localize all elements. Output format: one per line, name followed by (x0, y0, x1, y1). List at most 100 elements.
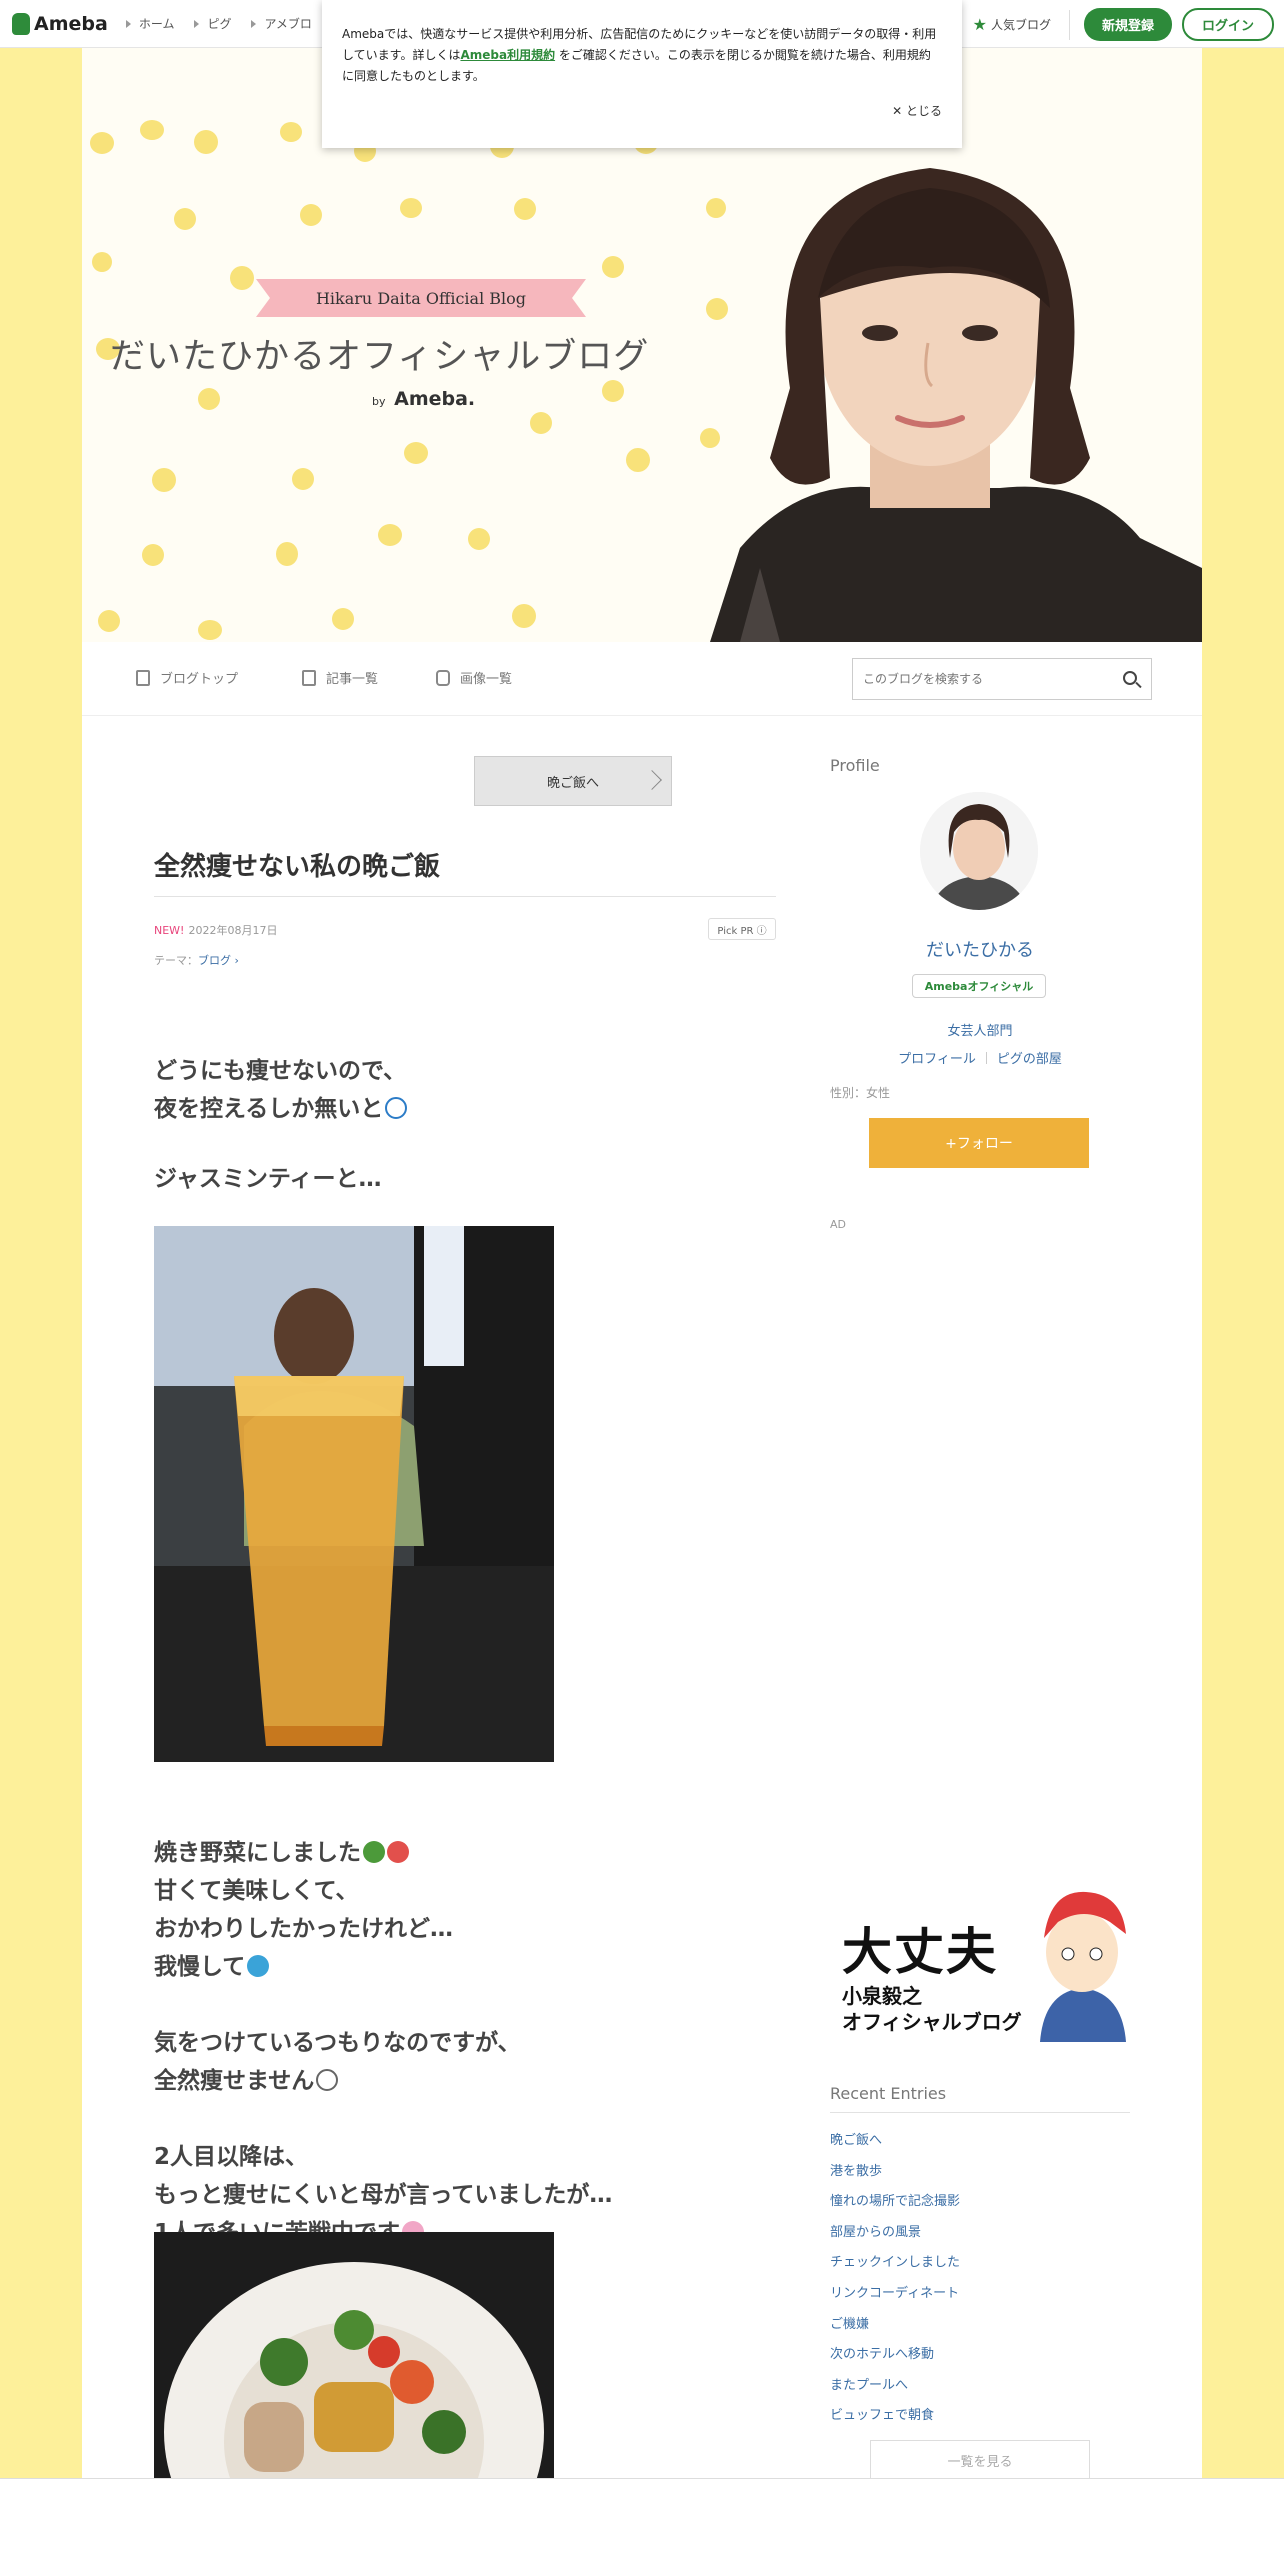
nav-entry-list[interactable]: 記事一覧 (302, 668, 378, 687)
ameba-frog-icon (12, 12, 30, 35)
cookie-notice: Amebaでは、快適なサービス提供や利用分析、広告配信のためにクッキーなどを使い… (322, 0, 962, 148)
see-all-entries-button[interactable]: 一覧を見る (870, 2440, 1090, 2480)
recent-entry-link[interactable]: 憧れの場所で記念撮影 (830, 2187, 960, 2218)
divider (985, 1052, 987, 1064)
entry-theme: テーマ：ブログ › (154, 952, 239, 968)
pick-pr-badge[interactable]: Pick PR ⓘ (708, 918, 776, 940)
body-line-text: 我慢して (154, 1954, 246, 1980)
nav-home[interactable]: ホーム (126, 15, 175, 32)
body-line: 気をつけているつもりなのですが、 (154, 2030, 521, 2056)
body-line-text: 全然痩せません (154, 2068, 315, 2094)
ameba-wordmark: Ameba. (394, 388, 476, 410)
entry-title[interactable]: 全然痩せない私の晩ご飯 (154, 846, 440, 883)
blog-search (852, 658, 1152, 700)
theme-link[interactable]: ブログ › (198, 954, 239, 967)
search-icon[interactable] (1123, 671, 1137, 685)
body-paragraph-2: ジャスミンティーと… (154, 1166, 382, 1192)
recent-entries-heading: Recent Entries (830, 2084, 947, 2103)
recent-entry-link[interactable]: 次のホテルへ移動 (830, 2340, 960, 2371)
previous-entry-button[interactable]: 晩ご飯へ (474, 756, 672, 806)
ameba-official-badge[interactable]: Amebaオフィシャル (912, 974, 1046, 998)
nav-image-list[interactable]: 画像一覧 (436, 668, 512, 687)
body-line: 焼き野菜にしました (154, 1834, 453, 1872)
nav-ameblo[interactable]: アメブロ (251, 15, 311, 32)
terms-link[interactable]: Ameba利用規約 (460, 48, 555, 62)
sweat-drops-icon (247, 1955, 270, 1977)
theme-label: テーマ： (154, 954, 198, 967)
nav-blog-top[interactable]: ブログトップ (136, 668, 238, 687)
logo-text: Ameba (34, 12, 108, 35)
bottom-bar (0, 2478, 1284, 2568)
recent-entries-list: 晩ご飯へ 港を散歩 憧れの場所で記念撮影 部屋からの風景 チェックインしました … (830, 2126, 960, 2432)
follow-button[interactable]: +フォロー (869, 1118, 1089, 1168)
mushroom-icon (387, 1841, 409, 1863)
entry-meta: NEW! 2022年08月17日 (154, 922, 277, 938)
camera-icon (436, 669, 450, 686)
title-divider (154, 896, 776, 897)
body-line: 我慢して (154, 1948, 453, 1986)
recent-entry-link[interactable]: またプールへ (830, 2371, 960, 2402)
body-line: どうにも痩せないので、 (154, 1058, 407, 1084)
document-icon (136, 669, 150, 686)
blog-nav: ブログトップ 記事一覧 画像一覧 (82, 642, 1202, 716)
profile-gender: 性別：女性 (830, 1086, 891, 1100)
blog-title[interactable]: だいたひかるオフィシャルブログ (110, 328, 649, 379)
body-line: 全然痩せません (154, 2062, 521, 2100)
recent-entry-link[interactable]: リンクコーディネート (830, 2279, 960, 2310)
recent-entry-link[interactable]: ビュッフェで朝食 (830, 2401, 960, 2432)
official-blog-ribbon: Hikaru Daita Official Blog (256, 279, 586, 317)
cookie-text: Amebaでは、快適なサービス提供や利用分析、広告配信のためにクッキーなどを使い… (342, 24, 942, 87)
divider (1068, 9, 1070, 40)
recent-entry-link[interactable]: 晩ご飯へ (830, 2126, 960, 2157)
jasmine-tea-photo (154, 1226, 554, 1762)
profile-heading: Profile (830, 756, 880, 775)
banner-character-illustration (1040, 1891, 1126, 2042)
body-line-text: 焼き野菜にしました (154, 1840, 361, 1866)
body-paragraph-1: どうにも痩せないので、 夜を控えるしか無いと (154, 1052, 408, 1128)
genre-link[interactable]: 女芸人部門 (830, 1020, 1130, 1039)
recent-entry-link[interactable]: ご機嫌 (830, 2310, 960, 2341)
entry-date: 2022年08月17日 (188, 924, 278, 937)
recent-entry-link[interactable]: チェックインしました (830, 2248, 960, 2279)
ameba-logo[interactable]: Ameba (12, 12, 108, 35)
new-badge: NEW! (154, 924, 185, 937)
body-paragraph-4: 気をつけているつもりなのですが、 全然痩せません (154, 2024, 521, 2100)
body-line: 2人目以降は、 (154, 2144, 309, 2170)
nav-pigg[interactable]: ピグ (194, 15, 231, 32)
by-ameba-logo: by Ameba. (372, 388, 475, 410)
popular-blog-label: 人気ブログ (990, 18, 1051, 32)
profile-link[interactable]: プロフィール (898, 1052, 976, 1067)
login-button[interactable]: ログイン (1181, 8, 1274, 41)
copy-icon (302, 669, 316, 686)
register-button[interactable]: 新規登録 (1083, 8, 1172, 41)
nav-image-list-label: 画像一覧 (460, 672, 513, 687)
body-line: もっと痩せにくいと母が言っていましたが… (154, 2182, 613, 2208)
star-icon: ★ (972, 15, 987, 34)
blog-page: Hikaru Daita Official Blog だいたひかるオフィシャルブ… (82, 48, 1202, 2480)
ad-label: AD (830, 1218, 846, 1231)
profile-name[interactable]: だいたひかる (830, 936, 1130, 962)
body-line: 夜を控えるしか無いと (154, 1090, 408, 1128)
recent-entry-link[interactable]: 港を散歩 (830, 2157, 960, 2188)
grinning-face-icon (316, 2069, 339, 2091)
nav-blog-top-label: ブログトップ (160, 672, 239, 687)
previous-entry-label: 晩ご飯へ (546, 775, 599, 791)
cookie-close-button[interactable]: ✕ とじる (892, 102, 942, 119)
profile-avatar[interactable] (920, 792, 1038, 910)
pigg-room-link[interactable]: ピグの部屋 (997, 1052, 1062, 1067)
recent-divider (830, 2112, 1130, 2113)
body-paragraph-3: 焼き野菜にしました 甘くて美味しくて、 おかわりしたかったけれど… 我慢して (154, 1834, 453, 1986)
by-label: by (372, 395, 386, 408)
recent-entry-link[interactable]: 部屋からの風景 (830, 2218, 960, 2249)
official-blog-banner[interactable]: 大丈夫 小泉毅之 オフィシャルブログ (834, 1888, 1134, 2042)
chevron-right-icon (642, 770, 662, 790)
banner-line-2: 小泉毅之 (842, 1984, 922, 2008)
banner-line-3: オフィシャルブログ (842, 2010, 1022, 2034)
banner-line-1: 大丈夫 (842, 1923, 998, 1981)
header-portrait-photo (710, 168, 1202, 642)
popular-blog-link[interactable]: ★ 人気ブログ (973, 15, 1051, 34)
broccoli-icon (363, 1841, 385, 1863)
body-line-text: 夜を控えるしか無いと (154, 1096, 384, 1122)
grilled-vegetables-photo (154, 2232, 554, 2478)
blog-search-input[interactable] (853, 659, 1103, 699)
